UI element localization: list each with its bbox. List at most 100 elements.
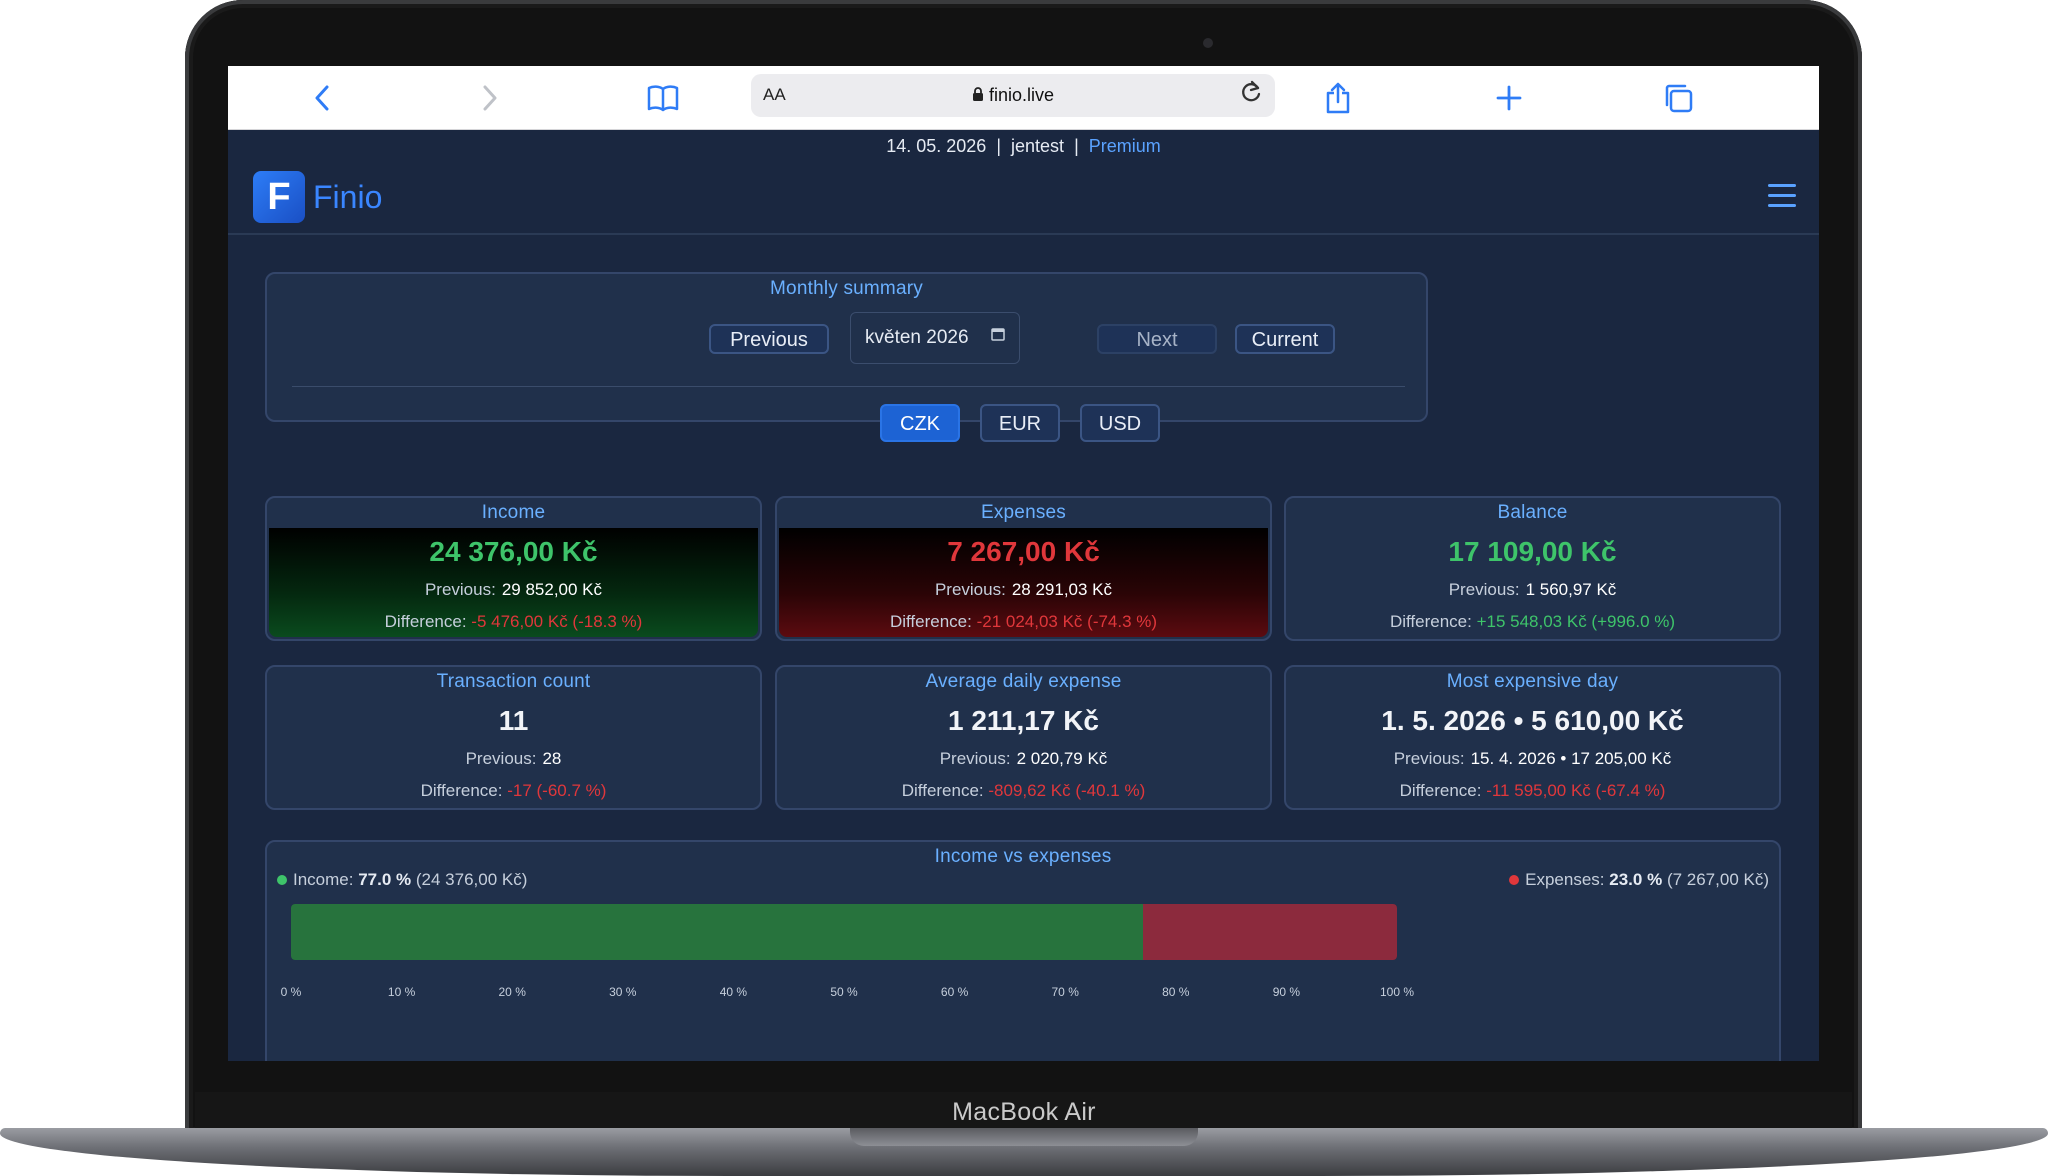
difference-label: Difference: — [1389, 612, 1472, 631]
x-tick-label: 70 % — [1051, 985, 1079, 999]
bar-segment-income — [291, 904, 1143, 960]
plan-link[interactable]: Premium — [1089, 136, 1161, 156]
previous-value: 15. 4. 2026 • 17 205,00 Kč — [1470, 749, 1672, 768]
difference-label: Difference: — [889, 612, 972, 631]
previous-value: 28 291,03 Kč — [1011, 580, 1113, 599]
chart-title: Income vs expenses — [934, 846, 1112, 867]
card-value: 7 267,00 Kč — [947, 536, 1100, 567]
card-difference: Difference: -5 476,00 Kč (-18.3 %) — [269, 612, 758, 632]
card-value: 1 211,17 Kč — [947, 705, 1100, 736]
separator: | — [1074, 136, 1079, 156]
difference-value: -17 (-60.7 %) — [507, 781, 607, 800]
most-expensive-day-card: Most expensive day 1. 5. 2026 • 5 610,00… — [1284, 665, 1781, 810]
x-tick-label: 0 % — [280, 985, 302, 999]
x-tick-label: 90 % — [1272, 985, 1301, 999]
card-value: 1. 5. 2026 • 5 610,00 Kč — [1381, 705, 1684, 736]
card-body: 17 109,00 Kč Previous: 1 560,97 Kč Differ… — [1288, 528, 1777, 637]
screen: AA finio.live 14. 05. 2026 | jentest | P… — [228, 66, 1819, 1061]
logo-mark-icon: F — [253, 171, 305, 223]
monthly-summary-panel: Monthly summary Previous květen 2026 Nex… — [265, 272, 1428, 442]
previous-month-button[interactable]: Previous — [709, 324, 829, 354]
camera-icon — [1203, 38, 1213, 48]
card-difference: Difference: -809,62 Kč (-40.1 %) — [779, 781, 1268, 801]
brand-name: Finio — [313, 178, 383, 215]
share-icon[interactable] — [1320, 80, 1356, 116]
average-daily-expense-card: Average daily expense 1 211,17 Kč Previo… — [775, 665, 1272, 810]
calendar-icon[interactable] — [991, 325, 1005, 346]
card-difference: Difference: -11 595,00 Kč (-67.4 %) — [1288, 781, 1777, 801]
card-title: Average daily expense — [925, 671, 1122, 692]
bookmarks-icon[interactable] — [645, 80, 681, 116]
previous-label: Previous: — [1448, 580, 1520, 599]
previous-label: Previous: — [1393, 749, 1465, 768]
card-previous: Previous: 29 852,00 Kč — [269, 580, 758, 600]
card-value: 17 109,00 Kč — [1448, 536, 1617, 567]
card-body: 7 267,00 Kč Previous: 28 291,03 Kč Differ… — [779, 528, 1268, 637]
difference-value: -11 595,00 Kč (-67.4 %) — [1486, 781, 1666, 800]
currency-czk-button[interactable]: CZK — [880, 404, 960, 442]
card-difference: Difference: -21 024,03 Kč (-74.3 %) — [779, 612, 1268, 632]
legend-percent: 77.0 % — [358, 870, 412, 889]
current-month-button[interactable]: Current — [1235, 324, 1335, 354]
card-title: Balance — [1497, 502, 1568, 523]
card-title: Transaction count — [436, 671, 591, 692]
income-dot-icon — [277, 875, 287, 885]
x-tick-label: 40 % — [719, 985, 748, 999]
forward-icon[interactable] — [472, 80, 508, 116]
back-icon[interactable] — [304, 80, 340, 116]
legend-label: Expenses: — [1525, 870, 1605, 889]
username: jentest — [1011, 136, 1065, 156]
income-legend: Income: 77.0 % (24 376,00 Kč) — [277, 870, 527, 890]
x-tick-label: 30 % — [609, 985, 637, 999]
stacked-bar — [291, 904, 1397, 960]
currency-usd-button[interactable]: USD — [1080, 404, 1160, 442]
difference-value: +15 548,03 Kč (+996.0 %) — [1476, 612, 1676, 631]
x-tick-label: 50 % — [830, 985, 858, 999]
previous-label: Previous: — [424, 580, 496, 599]
difference-label: Difference: — [384, 612, 467, 631]
header-divider — [228, 233, 1819, 235]
card-body: 1. 5. 2026 • 5 610,00 Kč Previous: 15. 4.… — [1288, 697, 1777, 806]
card-value: 11 — [498, 705, 529, 736]
panel-title: Monthly summary — [770, 278, 923, 299]
current-date: 14. 05. 2026 — [886, 136, 987, 156]
url-text: finio.live — [988, 85, 1055, 105]
bar-segment-expenses — [1142, 904, 1397, 960]
difference-label: Difference: — [901, 781, 984, 800]
panel-divider — [292, 386, 1405, 387]
address-bar[interactable]: AA finio.live — [751, 74, 1275, 117]
difference-value: -21 024,03 Kč (-74.3 %) — [976, 612, 1158, 631]
legend-amount: (7 267,00 Kč) — [1666, 870, 1769, 889]
legend-percent: 23.0 % — [1609, 870, 1663, 889]
expenses-legend: Expenses: 23.0 % (7 267,00 Kč) — [1509, 870, 1769, 890]
previous-label: Previous: — [934, 580, 1006, 599]
previous-label: Previous: — [939, 749, 1011, 768]
x-tick-label: 20 % — [498, 985, 526, 999]
laptop-hinge-notch — [850, 1128, 1198, 1146]
next-month-button[interactable]: Next — [1097, 324, 1217, 354]
card-previous: Previous: 28 291,03 Kč — [779, 580, 1268, 600]
income-card: Income 24 376,00 Kč Previous: 29 852,00 K… — [265, 496, 762, 641]
hamburger-menu-icon[interactable] — [1768, 184, 1796, 210]
card-body: 24 376,00 Kč Previous: 29 852,00 Kč Diffe… — [269, 528, 758, 637]
card-previous: Previous: 1 560,97 Kč — [1288, 580, 1777, 600]
card-body: 11 Previous: 28 Difference: -17 (-60.7 %) — [269, 697, 758, 806]
month-picker[interactable]: květen 2026 — [850, 312, 1020, 364]
brand-logo[interactable]: F Finio — [253, 171, 382, 223]
tabs-icon[interactable] — [1660, 80, 1696, 116]
reload-icon[interactable] — [1239, 79, 1263, 112]
card-previous: Previous: 15. 4. 2026 • 17 205,00 Kč — [1288, 749, 1777, 769]
income-vs-expenses-panel: Income vs expenses Income: 77.0 % (24 37… — [265, 840, 1781, 1061]
card-value: 24 376,00 Kč — [429, 536, 598, 567]
card-title: Most expensive day — [1446, 671, 1619, 692]
new-tab-icon[interactable] — [1491, 80, 1527, 116]
previous-label: Previous: — [465, 749, 537, 768]
previous-value: 28 — [542, 749, 562, 768]
lock-icon — [972, 85, 989, 105]
currency-eur-button[interactable]: EUR — [980, 404, 1060, 442]
legend-amount: (24 376,00 Kč) — [415, 870, 528, 889]
device-model-label: MacBook Air — [952, 1098, 1096, 1126]
card-body: 1 211,17 Kč Previous: 2 020,79 Kč Differe… — [779, 697, 1268, 806]
previous-value: 29 852,00 Kč — [501, 580, 603, 599]
card-previous: Previous: 28 — [269, 749, 758, 769]
